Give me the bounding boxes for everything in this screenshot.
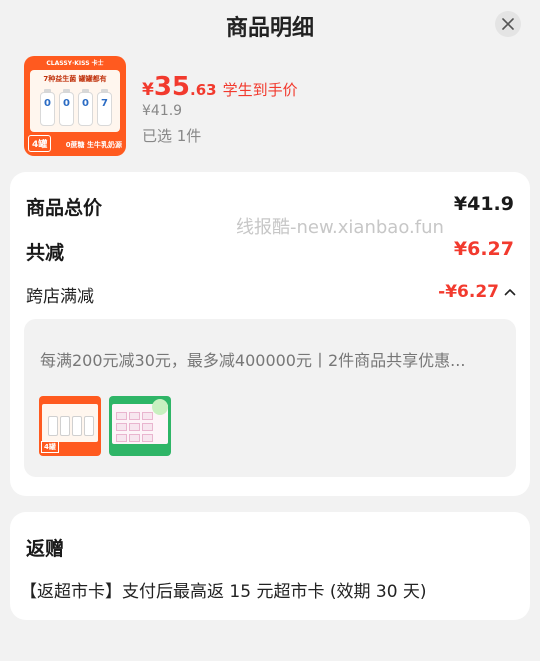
price-breakdown-card: 商品总价 ¥41.9 线报酷-new.xianbao.fun 共减 ¥6.27 … xyxy=(10,172,530,496)
quantity-badge: 4罐 xyxy=(28,135,52,152)
promo-text: 每满200元减30元，最多减400000元丨2件商品共享优惠... xyxy=(40,351,466,370)
bottle-image: 0 xyxy=(40,89,55,126)
watermark: 线报酷-new.xianbao.fun xyxy=(236,217,444,238)
price-tag: 学生到手价 xyxy=(222,81,298,99)
original-price: ¥41.9 xyxy=(142,103,183,119)
close-icon xyxy=(502,18,514,30)
currency-symbol: ¥ xyxy=(142,80,154,100)
promo-detail: 每满200元减30元，最多减400000元丨2件商品共享优惠... 4罐 xyxy=(24,319,516,477)
bottle-image xyxy=(48,416,58,436)
price-decimal: .63 xyxy=(190,81,217,99)
cert-badge-icon xyxy=(152,399,168,415)
total-label: 商品总价 xyxy=(26,197,103,219)
close-button[interactable] xyxy=(495,11,521,37)
promo-product-thumb[interactable] xyxy=(109,396,171,456)
promo-product-thumb[interactable]: 4罐 xyxy=(39,396,101,456)
gift-card: 返赠 【返超市卡】支付后最高返 15 元超市卡 (效期 30 天) xyxy=(10,512,530,620)
gift-title: 返赠 xyxy=(26,538,65,560)
bottle-image xyxy=(84,416,94,436)
page-title: 商品明细 xyxy=(225,16,314,41)
price-row: ¥35.63 学生到手价 xyxy=(142,72,298,102)
selected-quantity: 已选 1件 xyxy=(142,127,202,145)
bottle-image xyxy=(72,416,82,436)
chevron-up-icon xyxy=(504,289,516,296)
bottle-image: 7 xyxy=(97,89,112,126)
product-image-footer: 0蔗糖 生牛乳奶源 xyxy=(65,141,122,149)
price-integer: 35 xyxy=(153,72,191,102)
total-value: ¥41.9 xyxy=(453,193,514,215)
product-image-headline: 7种益生菌 罐罐都有 xyxy=(43,75,107,83)
cross-store-toggle[interactable]: -¥6.27 xyxy=(438,282,516,302)
cross-store-value: -¥6.27 xyxy=(438,282,499,302)
product-summary: CLASSY·KISS 卡士 7种益生菌 罐罐都有 0 0 0 7 4罐 0蔗糖… xyxy=(24,56,524,156)
gift-text: 【返超市卡】支付后最高返 15 元超市卡 (效期 30 天) xyxy=(20,582,427,602)
bottle-image: 0 xyxy=(59,89,74,126)
discount-label: 共减 xyxy=(26,242,65,264)
cross-store-label: 跨店满减 xyxy=(26,287,94,307)
product-image-brand: CLASSY·KISS 卡士 xyxy=(46,60,104,67)
quantity-badge: 4罐 xyxy=(41,441,59,453)
discount-value: ¥6.27 xyxy=(453,238,514,260)
header: 商品明细 xyxy=(0,0,540,50)
product-image: CLASSY·KISS 卡士 7种益生菌 罐罐都有 0 0 0 7 4罐 0蔗糖… xyxy=(24,56,126,156)
bottle-image: 0 xyxy=(78,89,93,126)
bottle-image xyxy=(60,416,70,436)
